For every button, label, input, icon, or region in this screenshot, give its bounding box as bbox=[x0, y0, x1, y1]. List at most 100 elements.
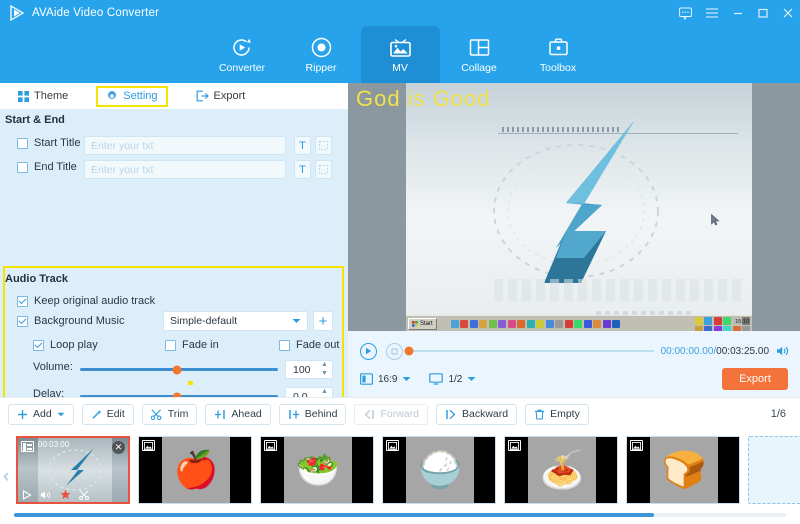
loop-play-checkbox[interactable] bbox=[33, 339, 44, 351]
nav-tab-converter[interactable]: Converter bbox=[203, 26, 282, 83]
speaker-icon[interactable] bbox=[776, 345, 790, 357]
background-music-label: Background Music bbox=[34, 315, 125, 327]
app-root: AVAide Video Converter Converter Ripper … bbox=[0, 0, 800, 524]
tab-setting[interactable]: Setting bbox=[96, 85, 168, 107]
fade-in-label: Fade in bbox=[182, 339, 219, 351]
image-icon bbox=[386, 440, 399, 451]
start-title-text-style-button[interactable]: T bbox=[294, 136, 311, 155]
yellow-marker-dot bbox=[188, 381, 193, 385]
end-title-input[interactable]: Enter your txt bbox=[84, 160, 286, 179]
volume-stepper[interactable]: ▲ ▼ bbox=[320, 361, 329, 377]
fade-out-label: Fade out bbox=[296, 339, 340, 351]
stop-button[interactable] bbox=[386, 342, 403, 360]
fade-out-row[interactable]: Fade out bbox=[279, 339, 339, 351]
add-chevron-down-icon[interactable] bbox=[57, 412, 65, 417]
aspect-ratio-icon bbox=[360, 373, 373, 385]
end-title-checkbox[interactable] bbox=[17, 161, 28, 173]
end-title-frame-button[interactable] bbox=[315, 160, 332, 179]
minimize-icon[interactable] bbox=[732, 7, 744, 19]
keep-original-audio-checkbox[interactable] bbox=[17, 295, 28, 307]
convert-circular-arrow-icon bbox=[230, 35, 254, 59]
start-title-input[interactable]: Enter your txt bbox=[84, 136, 286, 155]
nav-tab-mv[interactable]: MV bbox=[360, 26, 440, 83]
disc-icon bbox=[310, 35, 333, 59]
thumbnail-play-icon[interactable] bbox=[22, 489, 32, 500]
thumbnail-item-video[interactable]: 00:03:00 ✕ bbox=[16, 436, 130, 504]
gear-icon bbox=[106, 90, 118, 102]
volume-value-box[interactable]: 100 ▲ ▼ bbox=[285, 360, 333, 379]
aspect-ratio-control[interactable]: 16:9 bbox=[360, 373, 411, 385]
thumbnail-item-image[interactable]: 🍚 bbox=[382, 436, 496, 504]
menu-icon[interactable] bbox=[705, 7, 719, 19]
end-title-text-style-button[interactable]: T bbox=[294, 160, 311, 179]
current-time: 00:00:00.00 bbox=[660, 345, 714, 357]
empty-button[interactable]: Empty bbox=[525, 403, 589, 425]
video-canvas[interactable]: God is Good Start 15:10 bbox=[348, 83, 800, 331]
time-display: 00:00:00.00/00:03:25.00 bbox=[661, 346, 769, 357]
ahead-button[interactable]: Ahead bbox=[205, 403, 271, 425]
background-music-row[interactable]: Background Music bbox=[17, 315, 125, 327]
fade-out-checkbox[interactable] bbox=[279, 339, 290, 351]
thumbnail-add-slot[interactable] bbox=[748, 436, 800, 504]
chevron-down-icon bbox=[292, 318, 301, 324]
app-header: AVAide Video Converter Converter Ripper … bbox=[0, 0, 800, 83]
settings-panel: Theme Setting Export Start & End Start T… bbox=[0, 83, 348, 411]
add-button[interactable]: Add bbox=[8, 403, 74, 425]
play-button[interactable] bbox=[360, 342, 377, 360]
film-icon bbox=[21, 441, 34, 452]
thumbnail-item-image[interactable]: 🍞 bbox=[626, 436, 740, 504]
playback-progress-knob[interactable] bbox=[404, 346, 414, 356]
timeline-scrollbar-thumb[interactable] bbox=[14, 513, 654, 517]
background-music-checkbox[interactable] bbox=[17, 315, 28, 327]
trim-button[interactable]: Trim bbox=[141, 403, 198, 425]
image-icon bbox=[630, 440, 643, 451]
thumbnail-close-icon[interactable]: ✕ bbox=[112, 441, 125, 454]
edit-button[interactable]: Edit bbox=[81, 403, 134, 425]
thumbnail-item-image[interactable]: 🍝 bbox=[504, 436, 618, 504]
behind-button[interactable]: Behind bbox=[278, 403, 347, 425]
loop-play-row[interactable]: Loop play bbox=[33, 339, 98, 351]
nav-tab-converter-label: Converter bbox=[218, 62, 266, 74]
screen-split-control[interactable]: 1/2 bbox=[429, 373, 476, 385]
fade-in-checkbox[interactable] bbox=[165, 339, 176, 351]
screen-split-chevron-down-icon[interactable] bbox=[467, 376, 476, 382]
chevron-left-icon[interactable]: ‹ bbox=[3, 466, 9, 488]
aspect-ratio-chevron-down-icon[interactable] bbox=[402, 376, 411, 382]
volume-slider-knob[interactable] bbox=[172, 365, 182, 374]
playback-progress-bar[interactable] bbox=[404, 346, 654, 356]
nav-tab-ripper-label: Ripper bbox=[305, 62, 337, 74]
timeline-scrollbar[interactable] bbox=[14, 513, 786, 517]
background-music-select[interactable]: Simple-default bbox=[163, 311, 308, 331]
start-title-frame-button[interactable] bbox=[315, 136, 332, 155]
nav-tab-toolbox[interactable]: Toolbox bbox=[519, 26, 598, 83]
tab-theme[interactable]: Theme bbox=[12, 85, 74, 107]
fade-in-row[interactable]: Fade in bbox=[165, 339, 219, 351]
thumbnail-effect-icon[interactable] bbox=[60, 489, 71, 500]
clip-toolbar: Add Edit Trim Ahead Behind Forward Backw… bbox=[0, 398, 800, 430]
nav-tab-ripper[interactable]: Ripper bbox=[282, 26, 361, 83]
thumbnail-item-image[interactable]: 🍎 bbox=[138, 436, 252, 504]
forward-button[interactable]: Forward bbox=[354, 403, 428, 425]
ahead-button-label: Ahead bbox=[231, 408, 262, 420]
backward-button-label: Backward bbox=[461, 408, 509, 420]
app-logo-icon bbox=[8, 4, 26, 22]
export-button[interactable]: Export bbox=[722, 368, 788, 390]
keep-original-audio-row[interactable]: Keep original audio track bbox=[17, 295, 155, 307]
add-background-music-button[interactable]: + bbox=[313, 311, 333, 331]
thumbnail-item-image[interactable]: 🥗 bbox=[260, 436, 374, 504]
nav-tab-collage[interactable]: Collage bbox=[440, 26, 519, 83]
thumbnail-scissors-icon[interactable] bbox=[79, 489, 91, 500]
tab-export[interactable]: Export bbox=[190, 85, 252, 107]
volume-slider[interactable] bbox=[80, 365, 278, 374]
feedback-icon[interactable] bbox=[679, 7, 692, 20]
maximize-icon[interactable] bbox=[757, 7, 769, 19]
close-icon[interactable] bbox=[782, 7, 794, 19]
nav-tab-collage-label: Collage bbox=[461, 62, 497, 74]
move-forward-icon bbox=[363, 409, 375, 420]
audio-track-section-label: Audio Track bbox=[5, 273, 68, 285]
start-title-checkbox[interactable] bbox=[17, 137, 28, 149]
scissors-icon bbox=[150, 408, 163, 420]
end-title-label: End Title bbox=[34, 161, 77, 173]
backward-button[interactable]: Backward bbox=[435, 403, 518, 425]
thumbnail-speaker-icon[interactable] bbox=[40, 490, 52, 500]
